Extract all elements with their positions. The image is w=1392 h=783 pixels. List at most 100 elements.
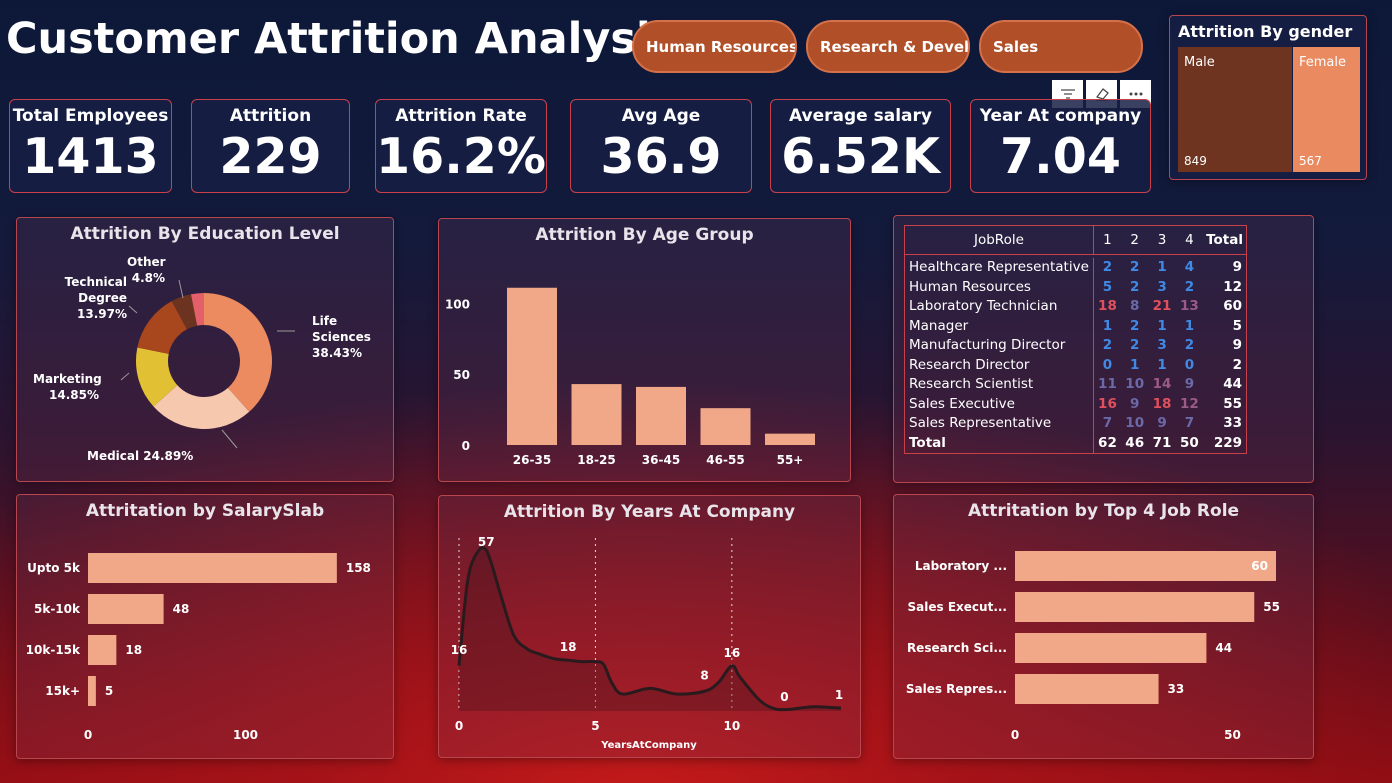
salary-slab-panel: Attritation by SalarySlab Upto 5k 158 5k-1…	[16, 494, 394, 759]
matrix-row[interactable]: Sales Representative 7 10 9 7 33	[904, 413, 1247, 433]
matrix-cell: 2	[1129, 259, 1140, 276]
education-panel: Attrition By Education Level Life Scienc…	[16, 217, 394, 482]
kpi-label: Total Employees	[12, 106, 169, 126]
female-value: 567	[1299, 154, 1322, 168]
matrix-row-label: Sales Executive	[904, 394, 1094, 414]
matrix-row-label: Research Scientist	[904, 374, 1094, 394]
hbar[interactable]	[1015, 551, 1276, 581]
edu-label-life-sciences: Life Sciences 38.43%	[312, 313, 393, 361]
matrix-header-cell[interactable]: Total	[1203, 225, 1247, 255]
matrix-row[interactable]: Sales Executive 16 9 18 12 55	[904, 394, 1247, 414]
hbar-value-label: 18	[125, 643, 142, 657]
matrix-row[interactable]: Research Scientist 11 10 14 9 44	[904, 374, 1247, 394]
age-xtick: 18-25	[577, 453, 615, 467]
edu-label-other: Other 4.8%	[127, 254, 166, 286]
matrix-cell: 9	[1232, 259, 1242, 276]
hbar[interactable]	[1015, 633, 1207, 663]
kpi-label: Avg Age	[621, 106, 701, 126]
matrix-cell: 1	[1184, 317, 1195, 334]
matrix-cell: 8	[1129, 298, 1140, 315]
matrix-header-cell[interactable]: 2	[1121, 225, 1149, 255]
age-bar[interactable]	[765, 433, 815, 445]
edu-label-technical: Technical Degree 13.97%	[21, 274, 127, 322]
kpi-value: 16.2%	[376, 128, 546, 185]
matrix-row[interactable]: Healthcare Representative 2 2 1 4 9	[904, 257, 1247, 277]
matrix-row-label: Manager	[904, 316, 1094, 336]
age-bar[interactable]	[571, 384, 622, 445]
top-job-role-panel: Attritation by Top 4 Job Role Laboratory…	[893, 494, 1314, 759]
hbar-category-label: 5k-10k	[34, 602, 81, 616]
matrix-row[interactable]: Manufacturing Director 2 2 3 2 9	[904, 335, 1247, 355]
years-area-chart[interactable]: 1657188160 10 5 10YearsAtCompany	[439, 496, 860, 757]
matrix-cell: 55	[1223, 395, 1242, 412]
matrix-cell: 1	[1157, 259, 1167, 276]
matrix-cell: 7	[1102, 415, 1113, 432]
age-group-bar-chart[interactable]: 0 50 100 26-35 18-25 36-45 46-55 55+	[439, 219, 850, 481]
hbar[interactable]	[1015, 592, 1255, 622]
edu-other-pct: 4.8%	[131, 271, 165, 285]
age-bar[interactable]	[636, 386, 686, 445]
gender-title: Attrition By gender	[1178, 22, 1353, 41]
matrix-cell: 5	[1102, 278, 1113, 295]
matrix-cell: 13	[1180, 298, 1199, 315]
matrix-cell: 3	[1157, 337, 1167, 354]
donut-leader-line	[120, 372, 130, 381]
matrix-cell: 21	[1152, 298, 1172, 315]
gender-female-block[interactable]: Female 567	[1293, 47, 1360, 172]
matrix-header-cell[interactable]: 3	[1148, 225, 1176, 255]
jobrole-matrix[interactable]: JobRole 1 2 3 4 Total Healthcare Representativ…	[904, 225, 1247, 454]
matrix-cell: 14	[1152, 376, 1172, 393]
years-area-fill	[459, 547, 841, 711]
kpi-average-salary: Average salary 6.52K	[770, 99, 951, 193]
hbar[interactable]	[88, 676, 96, 706]
matrix-row-label: Manufacturing Director	[904, 335, 1094, 355]
years-data-label: 16	[451, 643, 468, 657]
age-bar[interactable]	[507, 287, 557, 445]
hbar-category-label: Research Sci...	[907, 641, 1007, 655]
edu-life-pct: 38.43%	[312, 346, 362, 360]
hbar-category-label: 10k-15k	[26, 643, 81, 657]
matrix-cell: 2	[1102, 259, 1113, 276]
top-job-role-bar-chart[interactable]: Laboratory ... 60 Sales Execut... 55 Researc…	[894, 495, 1313, 758]
matrix-cell: 0	[1102, 356, 1113, 373]
matrix-cell: 44	[1223, 376, 1242, 393]
gender-male-block[interactable]: Male 849	[1178, 47, 1292, 172]
matrix-cell: 10	[1125, 415, 1145, 432]
age-bar[interactable]	[700, 408, 751, 445]
donut-slice[interactable]	[204, 293, 272, 412]
matrix-total-cell: 46	[1125, 434, 1145, 451]
hbar-category-label: Sales Execut...	[908, 600, 1007, 614]
kpi-total-employees: Total Employees 1413	[9, 99, 172, 193]
hbar[interactable]	[88, 635, 117, 665]
dashboard-title: Customer Attrition Analysis	[6, 14, 677, 64]
matrix-row[interactable]: Manager 1 2 1 1 5	[904, 316, 1247, 336]
matrix-cell: 1	[1157, 317, 1167, 334]
matrix-cell: 1	[1102, 317, 1113, 334]
jobrole-matrix-panel: JobRole 1 2 3 4 Total Healthcare Representativ…	[893, 215, 1314, 483]
salary-slab-bar-chart[interactable]: Upto 5k 158 5k-10k 48 10k-15k 18 15k+ 5 0 100	[17, 495, 393, 758]
matrix-cell: 1	[1157, 356, 1167, 373]
matrix-row[interactable]: Research Director 0 1 1 0 2	[904, 355, 1247, 375]
matrix-row-label: Human Resources	[904, 277, 1094, 297]
hbar[interactable]	[88, 553, 337, 583]
hbar[interactable]	[1015, 674, 1159, 704]
female-label: Female	[1299, 55, 1347, 70]
years-xtick: 10	[724, 719, 741, 733]
matrix-cell: 2	[1129, 337, 1140, 354]
hbar[interactable]	[88, 594, 164, 624]
age-xtick: 46-55	[706, 453, 744, 467]
matrix-header-cell[interactable]: 4	[1175, 225, 1204, 255]
matrix-row-label: Laboratory Technician	[904, 296, 1094, 316]
years-data-label: 8	[700, 668, 708, 682]
slicer-sales[interactable]: Sales	[979, 20, 1143, 73]
matrix-row[interactable]: Laboratory Technician 18 8 21 13 60	[904, 296, 1247, 316]
matrix-header-cell[interactable]: JobRole	[904, 225, 1094, 255]
matrix-row[interactable]: Human Resources 5 2 3 2 12	[904, 277, 1247, 297]
matrix-cell: 9	[1129, 395, 1140, 412]
matrix-header-cell[interactable]: 1	[1093, 225, 1122, 255]
slicer-research-development[interactable]: Research & Devel...	[806, 20, 970, 73]
slicer-human-resources[interactable]: Human Resources	[632, 20, 797, 73]
years-data-label: 16	[724, 646, 741, 660]
kpi-value: 6.52K	[781, 128, 940, 185]
years-data-label: 0	[780, 690, 788, 704]
